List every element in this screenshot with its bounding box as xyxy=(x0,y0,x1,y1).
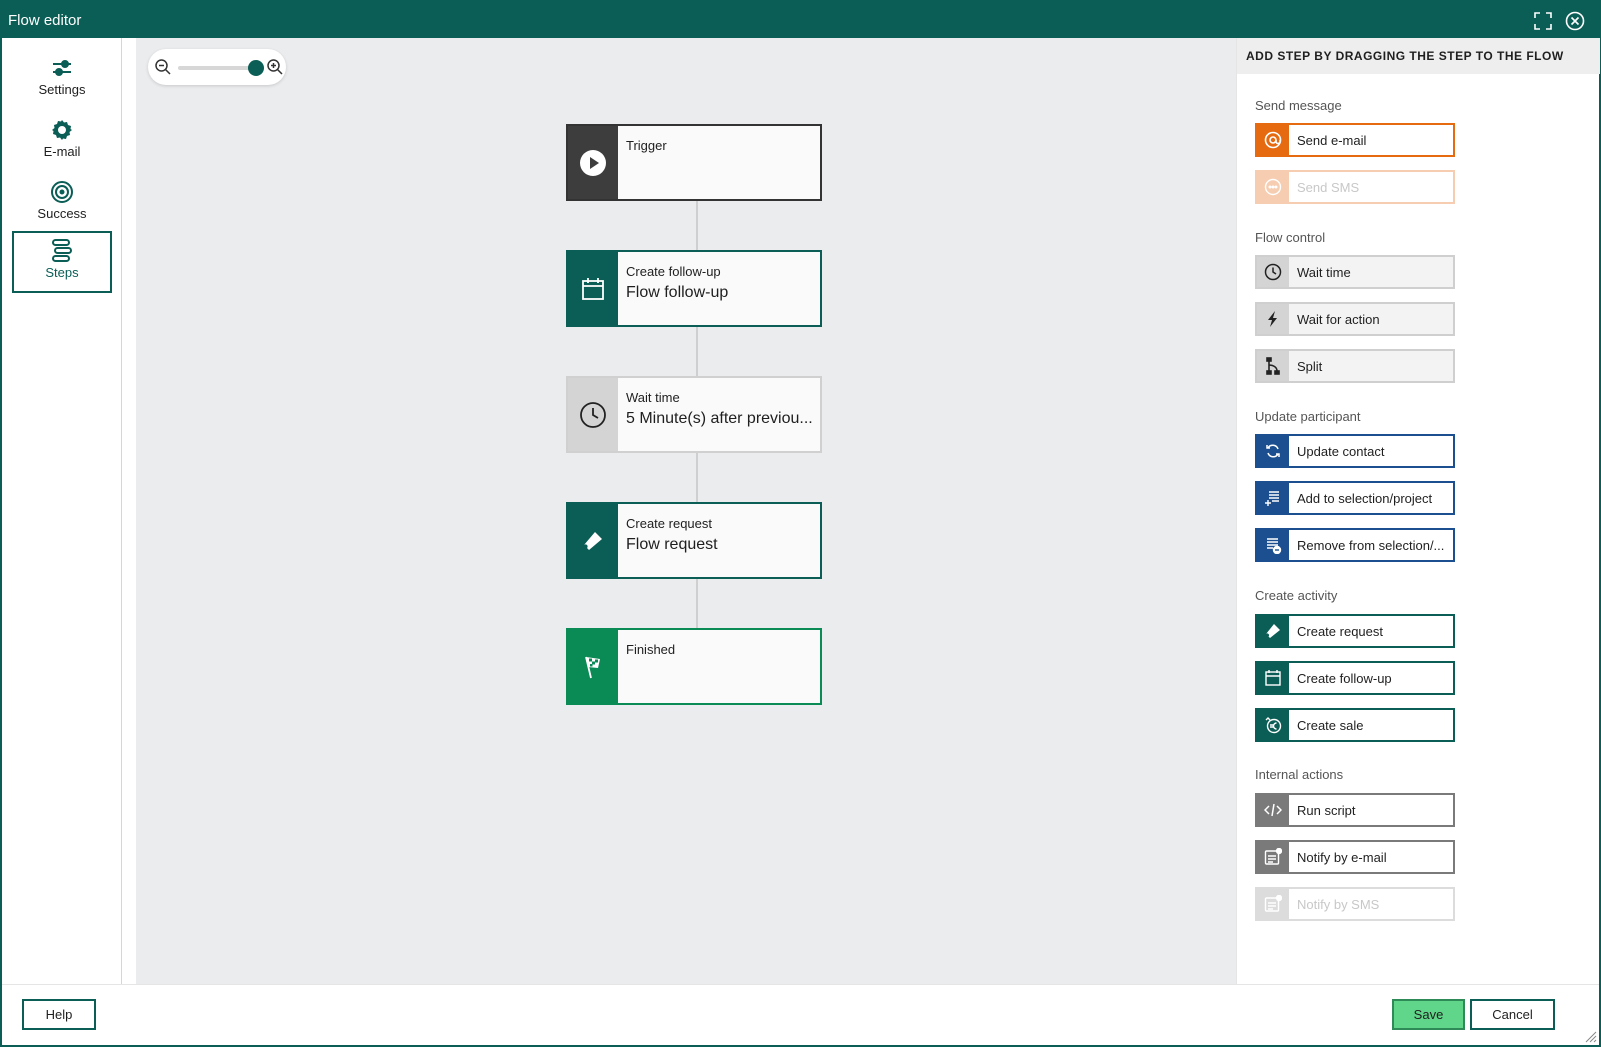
step-wait-time[interactable]: Wait time xyxy=(1255,255,1455,289)
node-detail-label: 5 Minute(s) after previou... xyxy=(626,410,813,427)
flow-connector xyxy=(696,453,698,504)
notify-sms-icon xyxy=(1257,889,1289,919)
nav-item-success[interactable]: Success xyxy=(12,176,112,238)
step-remove-from-selection[interactable]: Remove from selection/... xyxy=(1255,528,1455,562)
step-label: Send e-mail xyxy=(1297,133,1367,148)
step-label: Add to selection/project xyxy=(1297,491,1433,506)
list-add-icon xyxy=(1257,483,1289,513)
section-label-internal-actions: Internal actions xyxy=(1255,767,1344,782)
calendar-icon xyxy=(568,252,618,325)
step-label: Create request xyxy=(1297,624,1383,639)
flow-node-finished[interactable]: Finished xyxy=(566,628,822,705)
step-wait-for-action[interactable]: Wait for action xyxy=(1255,302,1455,336)
node-type-label: Finished xyxy=(626,642,676,657)
step-label: Send SMS xyxy=(1297,180,1360,195)
section-label-send-message: Send message xyxy=(1255,98,1342,113)
step-split[interactable]: Split xyxy=(1255,349,1455,383)
flow-connector xyxy=(696,579,698,630)
target-icon xyxy=(51,181,73,203)
split-icon xyxy=(1257,351,1289,381)
play-icon xyxy=(568,126,618,199)
ticket-icon xyxy=(1257,616,1289,646)
zoom-slider-thumb[interactable] xyxy=(248,60,264,76)
node-type-label: Trigger xyxy=(626,138,667,153)
step-send-email[interactable]: Send e-mail xyxy=(1255,123,1455,157)
flow-node-trigger[interactable]: Trigger xyxy=(566,124,822,201)
step-send-sms: Send SMS xyxy=(1255,170,1455,204)
resize-grip-icon[interactable] xyxy=(1583,1029,1597,1043)
calendar-icon xyxy=(1257,663,1289,693)
palette-header: ADD STEP BY DRAGGING THE STEP TO THE FLO… xyxy=(1237,38,1600,74)
chat-icon xyxy=(1257,172,1289,202)
nav-label-steps: Steps xyxy=(45,265,79,280)
step-label: Update contact xyxy=(1297,444,1385,459)
step-label: Create follow-up xyxy=(1297,671,1392,686)
node-detail-label: Flow request xyxy=(626,536,718,553)
zoom-in-icon[interactable] xyxy=(266,58,284,76)
window-title: Flow editor xyxy=(8,12,82,29)
flow-node-create-request[interactable]: Create request Flow request xyxy=(566,502,822,579)
flow-connector xyxy=(696,327,698,378)
nav-item-steps[interactable]: Steps xyxy=(12,231,112,293)
lightning-icon xyxy=(1257,304,1289,334)
step-label: Split xyxy=(1297,359,1323,374)
euro-icon xyxy=(1257,710,1289,740)
step-label: Wait time xyxy=(1297,265,1351,280)
step-create-follow-up[interactable]: Create follow-up xyxy=(1255,661,1455,695)
flow-node-wait-time[interactable]: Wait time 5 Minute(s) after previou... xyxy=(566,376,822,453)
step-run-script[interactable]: Run script xyxy=(1255,793,1455,827)
clock-icon xyxy=(1257,257,1289,287)
step-label: Run script xyxy=(1297,803,1356,818)
refresh-icon xyxy=(1257,436,1289,466)
zoom-out-icon[interactable] xyxy=(154,58,172,76)
zoom-control xyxy=(148,49,286,85)
nav-label-email: E-mail xyxy=(43,144,81,159)
fullscreen-icon[interactable] xyxy=(1533,11,1553,31)
ticket-icon xyxy=(568,504,618,577)
flow-editor-window: Flow editor Settings E-mail Success Step… xyxy=(0,0,1601,1047)
help-button[interactable]: Help xyxy=(22,999,96,1030)
code-icon xyxy=(1257,795,1289,825)
close-icon[interactable] xyxy=(1565,11,1585,31)
title-bar: Flow editor xyxy=(2,2,1599,38)
section-label-flow-control: Flow control xyxy=(1255,230,1326,245)
step-label: Notify by e-mail xyxy=(1297,850,1387,865)
nav-item-email[interactable]: E-mail xyxy=(12,114,112,176)
steps-icon xyxy=(52,239,72,262)
flow-canvas[interactable]: Trigger Create follow-up Flow follow-up … xyxy=(136,38,1254,984)
step-label: Remove from selection/... xyxy=(1297,538,1445,553)
flow-connector xyxy=(696,201,698,252)
step-create-sale[interactable]: Create sale xyxy=(1255,708,1455,742)
notify-email-icon xyxy=(1257,842,1289,872)
dialog-footer: Help Save Cancel xyxy=(2,984,1599,1045)
clock-icon xyxy=(568,378,618,451)
checkered-flag-icon xyxy=(568,630,618,703)
section-label-update-participant: Update participant xyxy=(1255,409,1361,424)
node-type-label: Create request xyxy=(626,516,712,531)
save-button[interactable]: Save xyxy=(1392,999,1465,1030)
left-nav: Settings E-mail Success Steps xyxy=(2,38,122,984)
step-palette: ADD STEP BY DRAGGING THE STEP TO THE FLO… xyxy=(1236,38,1600,984)
nav-label-success: Success xyxy=(37,206,87,221)
step-label: Notify by SMS xyxy=(1297,897,1380,912)
section-label-create-activity: Create activity xyxy=(1255,588,1338,603)
gear-icon xyxy=(52,120,72,140)
step-create-request[interactable]: Create request xyxy=(1255,614,1455,648)
step-label: Create sale xyxy=(1297,718,1364,733)
flow-node-create-follow-up[interactable]: Create follow-up Flow follow-up xyxy=(566,250,822,327)
step-notify-by-email[interactable]: Notify by e-mail xyxy=(1255,840,1455,874)
node-type-label: Create follow-up xyxy=(626,264,721,279)
sliders-icon xyxy=(53,60,71,76)
list-remove-icon xyxy=(1257,530,1289,560)
step-update-contact[interactable]: Update contact xyxy=(1255,434,1455,468)
step-notify-by-sms: Notify by SMS xyxy=(1255,887,1455,921)
step-add-to-selection[interactable]: Add to selection/project xyxy=(1255,481,1455,515)
node-type-label: Wait time xyxy=(626,390,680,405)
at-icon xyxy=(1257,125,1289,155)
nav-item-settings[interactable]: Settings xyxy=(12,52,112,114)
nav-label-settings: Settings xyxy=(38,82,86,97)
step-label: Wait for action xyxy=(1297,312,1380,327)
node-detail-label: Flow follow-up xyxy=(626,284,729,301)
cancel-button[interactable]: Cancel xyxy=(1470,999,1555,1030)
